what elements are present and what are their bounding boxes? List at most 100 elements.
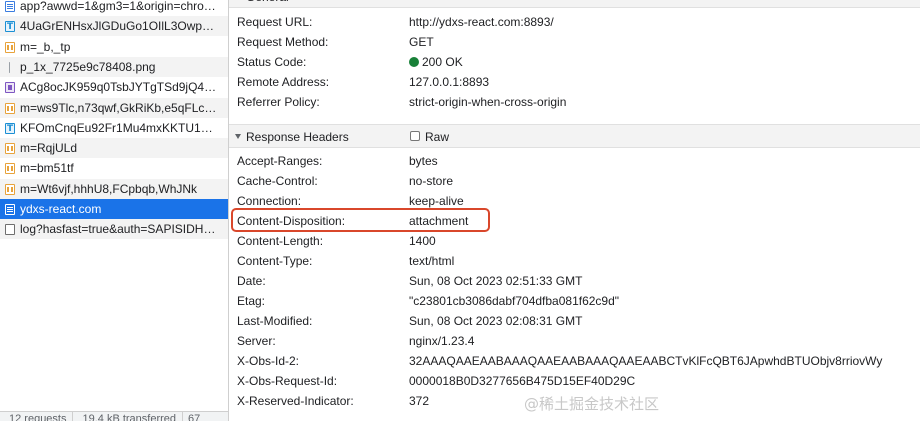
- font-icon: [5, 17, 15, 36]
- header-key: Server:: [237, 334, 276, 348]
- header-value[interactable]: Sun, 08 Oct 2023 02:51:33 GMT: [409, 271, 582, 291]
- request-name: KFOmCnqEu92Fr1Mu4mxKKTU1…: [20, 120, 213, 135]
- transferred-size: 19.4 kB transferred: [73, 412, 184, 421]
- header-value[interactable]: nginx/1.23.4: [409, 331, 474, 351]
- request-row[interactable]: ydxs-react.com: [0, 199, 228, 219]
- status-code-text: 200 OK: [422, 55, 463, 69]
- header-value[interactable]: 372: [409, 391, 429, 411]
- header-key: Request URL:: [237, 15, 313, 29]
- raw-label: Raw: [425, 130, 450, 144]
- script-icon: [5, 183, 15, 195]
- request-name: m=ws9Tlc,n73qwf,GkRiKb,e5qFLc…: [20, 100, 217, 115]
- other-icon: [5, 224, 15, 236]
- header-key: Referrer Policy:: [237, 95, 320, 109]
- document-icon: [5, 204, 15, 215]
- header-key: Cache-Control:: [237, 174, 318, 188]
- request-name: ydxs-react.com: [20, 202, 102, 216]
- request-row[interactable]: ACg8ocJK959q0TsbJYTgTSd9jQ4…: [0, 77, 228, 97]
- header-key: Connection:: [237, 194, 302, 208]
- header-value[interactable]: strict-origin-when-cross-origin: [409, 92, 566, 112]
- header-key: X-Obs-Id-2:: [237, 354, 300, 368]
- header-value[interactable]: "c23801cb3086dabf704dfba081f62c9d": [409, 291, 619, 311]
- header-row-x-obs-id-2: X-Obs-Id-2: 32AAAQAAEAABAAAQAAEAABAAAQAAE…: [229, 351, 920, 371]
- request-name: p_1x_7725e9c78408.png: [20, 59, 156, 74]
- request-name: 4UaGrENHsxJlGDuGo1OIlL3Owp…: [20, 19, 215, 34]
- request-row[interactable]: m=_b,_tp: [0, 37, 228, 57]
- request-row[interactable]: m=RqjULd: [0, 138, 228, 159]
- request-name: m=bm51tf: [20, 161, 74, 176]
- header-key: Last-Modified:: [237, 314, 313, 328]
- header-row-request-url: Request URL: http://ydxs-react.com:8893/: [229, 12, 920, 32]
- header-row-content-disposition: Content-Disposition: attachment: [229, 211, 920, 231]
- header-key: Accept-Ranges:: [237, 154, 323, 168]
- network-status-bar: 12 requests 19.4 kB transferred 67: [0, 411, 228, 421]
- header-value[interactable]: keep-alive: [409, 191, 464, 211]
- request-name: log?hasfast=true&auth=SAPISIDH…: [20, 222, 216, 237]
- request-row[interactable]: app?awwd=1&gm3=1&origin=chro…: [0, 0, 228, 16]
- script-icon: [5, 163, 15, 175]
- header-key: Request Method:: [237, 35, 329, 49]
- request-list: app?awwd=1&gm3=1&origin=chro… 4UaGrENHsxJ…: [0, 0, 229, 421]
- header-row-cache-control: Cache-Control: no-store: [229, 171, 920, 191]
- header-value[interactable]: no-store: [409, 171, 453, 191]
- request-name: m=_b,_tp: [20, 39, 71, 54]
- header-value[interactable]: 32AAAQAAEAABAAAQAAEAABAAAQAAEAABCTvKlFcQ…: [409, 351, 882, 371]
- header-key: X-Reserved-Indicator:: [237, 394, 354, 408]
- collapse-triangle-icon: [235, 134, 241, 139]
- response-headers-title: Response Headers: [246, 130, 349, 144]
- request-details-panel: General Request URL: http://ydxs-react.co…: [229, 0, 920, 421]
- header-key: Content-Disposition:: [237, 214, 346, 228]
- header-key: Status Code:: [237, 55, 307, 69]
- header-value[interactable]: 200 OK: [409, 52, 463, 72]
- request-row[interactable]: log?hasfast=true&auth=SAPISIDH…: [0, 219, 228, 240]
- header-row-referrer-policy: Referrer Policy: strict-origin-when-cross…: [229, 92, 920, 112]
- header-row-content-type: Content-Type: text/html: [229, 251, 920, 271]
- document-icon: [5, 1, 15, 12]
- raw-checkbox[interactable]: [410, 131, 420, 141]
- request-name: ACg8ocJK959q0TsbJYTgTSd9jQ4…: [20, 80, 217, 95]
- header-row-etag: Etag: "c23801cb3086dabf704dfba081f62c9d": [229, 291, 920, 311]
- request-count: 12 requests: [0, 412, 74, 421]
- header-row-x-obs-request-id: X-Obs-Request-Id: 0000018B0D3277656B475D1…: [229, 371, 920, 391]
- header-row-accept-ranges: Accept-Ranges: bytes: [229, 151, 920, 171]
- header-key: Etag:: [237, 294, 266, 308]
- header-value[interactable]: Sun, 08 Oct 2023 02:08:31 GMT: [409, 311, 582, 331]
- request-row[interactable]: m=bm51tf: [0, 158, 228, 178]
- header-key: Date:: [237, 274, 266, 288]
- header-value[interactable]: attachment: [409, 211, 468, 231]
- header-key: Content-Type:: [237, 254, 313, 268]
- request-name: m=RqjULd: [20, 141, 78, 156]
- header-row-last-modified: Last-Modified: Sun, 08 Oct 2023 02:08:31 …: [229, 311, 920, 331]
- script-icon: [5, 143, 15, 155]
- script-icon: [5, 102, 15, 114]
- header-value[interactable]: GET: [409, 32, 434, 52]
- status-more: 67: [188, 413, 201, 421]
- header-row-connection: Connection: keep-alive: [229, 191, 920, 211]
- watermark: @稀土掘金技术社区: [524, 395, 660, 413]
- header-key: Remote Address:: [237, 75, 330, 89]
- request-name: m=Wt6vjf,hhhU8,FCpbqb,WhJNk: [20, 181, 198, 196]
- header-value[interactable]: 127.0.0.1:8893: [409, 72, 489, 92]
- header-key: X-Obs-Request-Id:: [237, 374, 338, 388]
- header-value[interactable]: 0000018B0D3277656B475D15EF40D29C: [409, 371, 635, 391]
- header-value[interactable]: bytes: [409, 151, 438, 171]
- header-row-server: Server: nginx/1.23.4: [229, 331, 920, 351]
- header-row-request-method: Request Method: GET: [229, 32, 920, 52]
- header-row-remote-address: Remote Address: 127.0.0.1:8893: [229, 72, 920, 92]
- header-value[interactable]: http://ydxs-react.com:8893/: [409, 12, 554, 32]
- response-headers-section-header[interactable]: Response Headers Raw: [229, 124, 920, 148]
- general-section-header[interactable]: General: [229, 0, 920, 8]
- header-row-content-length: Content-Length: 1400: [229, 231, 920, 251]
- request-row[interactable]: p_1x_7725e9c78408.png: [0, 56, 228, 77]
- header-value[interactable]: 1400: [409, 231, 436, 251]
- request-row[interactable]: m=Wt6vjf,hhhU8,FCpbqb,WhJNk: [0, 178, 228, 199]
- request-row[interactable]: KFOmCnqEu92Fr1Mu4mxKKTU1…: [0, 118, 228, 138]
- status-ok-icon: [409, 57, 419, 67]
- header-value[interactable]: text/html: [409, 251, 454, 271]
- header-row-date: Date: Sun, 08 Oct 2023 02:51:33 GMT: [229, 271, 920, 291]
- image-icon: [9, 61, 10, 73]
- font-icon: [5, 119, 15, 138]
- media-icon: [5, 82, 15, 94]
- request-row[interactable]: m=ws9Tlc,n73qwf,GkRiKb,e5qFLc…: [0, 97, 228, 118]
- request-row[interactable]: 4UaGrENHsxJlGDuGo1OIlL3Owp…: [0, 16, 228, 37]
